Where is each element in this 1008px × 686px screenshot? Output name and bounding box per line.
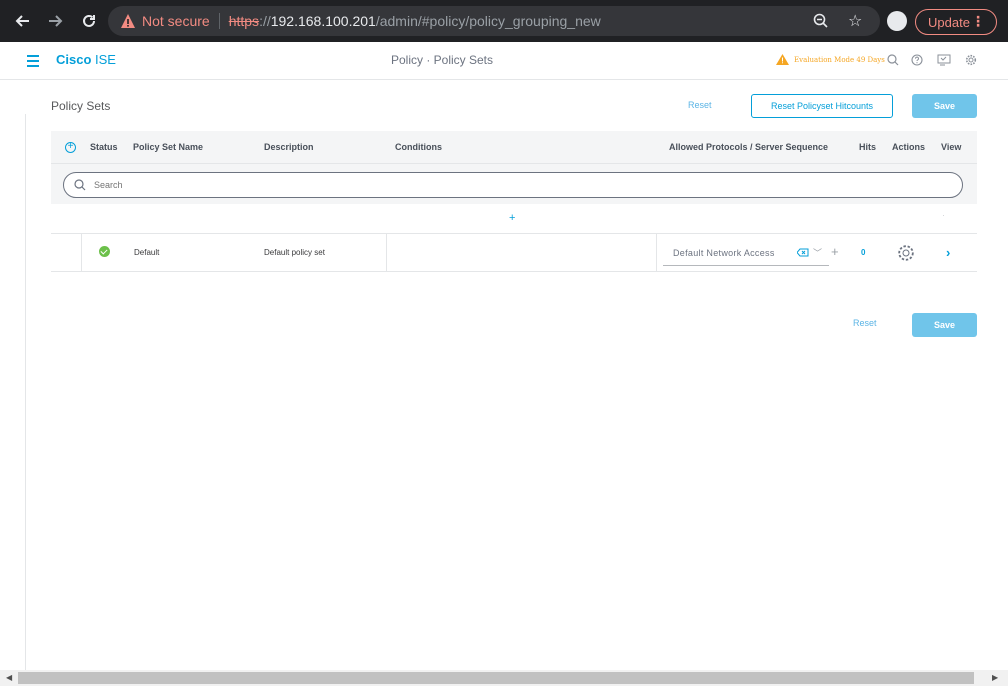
search-icon[interactable] — [887, 54, 899, 66]
search-icon — [74, 179, 86, 191]
more-vert-icon: ⋮ — [971, 13, 985, 29]
warning-triangle-icon — [776, 54, 789, 65]
omnibox-divider — [218, 13, 220, 29]
policy-set-name[interactable]: Default — [134, 248, 159, 257]
profile-avatar[interactable] — [887, 11, 907, 31]
url-scheme: https — [228, 13, 260, 29]
column-status[interactable]: Status — [90, 142, 118, 152]
browser-toolbar: Not secure https://192.168.100.201/admin… — [0, 0, 1008, 42]
section-title: Policy Sets — [51, 99, 111, 113]
not-secure-label[interactable]: Not secure — [142, 13, 210, 29]
search-input[interactable] — [94, 180, 894, 190]
reset-button[interactable]: Reset — [688, 100, 712, 110]
evaluation-text: Evaluation Mode 49 Days — [794, 55, 885, 64]
add-protocol-icon[interactable]: + — [831, 245, 839, 258]
reload-icon[interactable] — [77, 9, 101, 33]
gear-icon[interactable] — [965, 54, 977, 66]
address-bar[interactable]: Not secure https://192.168.100.201/admin… — [108, 6, 880, 36]
back-arrow-icon[interactable] — [10, 9, 34, 33]
bookmark-star-icon[interactable]: ☆ — [848, 11, 862, 31]
footer-reset-button[interactable]: Reset — [853, 318, 877, 328]
hits-count: 0 — [861, 248, 866, 257]
chevron-down-icon[interactable]: ﹀ — [813, 246, 822, 259]
status-enabled-icon[interactable] — [99, 246, 110, 257]
gear-icon[interactable] — [897, 244, 915, 262]
url-text[interactable]: https://192.168.100.201/admin/#policy/po… — [229, 13, 601, 29]
scroll-left-icon[interactable]: ◀ — [6, 673, 12, 682]
allowed-protocols-value: Default Network Access — [673, 247, 775, 258]
help-icon[interactable] — [911, 54, 923, 66]
column-hits[interactable]: Hits — [859, 142, 876, 152]
table-header: + Status Policy Set Name Description Con… — [51, 131, 977, 164]
evaluation-banner[interactable]: Evaluation Mode 49 Days — [776, 54, 885, 65]
protocols-divider — [656, 234, 657, 271]
add-row-plus-icon[interactable]: + — [509, 212, 515, 224]
footer-save-button[interactable]: Save — [912, 313, 977, 337]
allowed-protocols-select[interactable]: Default Network Access ﹀ — [663, 240, 829, 266]
search-row — [51, 164, 977, 204]
row-drag-divider — [81, 234, 82, 271]
column-policy-set-name[interactable]: Policy Set Name — [133, 142, 203, 152]
zoom-icon[interactable] — [813, 13, 829, 29]
column-description[interactable]: Description — [264, 142, 314, 152]
warning-triangle-icon — [121, 14, 135, 28]
column-allowed-protocols[interactable]: Allowed Protocols / Server Sequence — [669, 142, 828, 152]
left-rail — [0, 114, 26, 670]
add-row: + · — [51, 204, 977, 234]
horizontal-scrollbar[interactable]: ◀ ▶ — [0, 670, 1008, 686]
conditions-divider — [386, 234, 387, 271]
column-conditions[interactable]: Conditions — [395, 142, 442, 152]
url-separator: :// — [259, 13, 271, 29]
chevron-right-icon[interactable]: › — [946, 245, 950, 260]
search-field[interactable] — [63, 172, 963, 198]
scroll-right-icon[interactable]: ▶ — [992, 673, 998, 682]
policy-sets-table: + Status Policy Set Name Description Con… — [51, 131, 977, 272]
policy-set-description[interactable]: Default policy set — [264, 248, 325, 257]
update-label: Update — [928, 14, 970, 30]
table-row[interactable]: Default Default policy set Default Netwo… — [51, 234, 977, 272]
url-host: 192.168.100.201 — [270, 13, 376, 29]
notifications-icon[interactable] — [937, 54, 951, 66]
reset-hitcounts-button[interactable]: Reset Policyset Hitcounts — [751, 94, 893, 118]
clear-icon[interactable] — [797, 248, 809, 257]
column-view[interactable]: View — [941, 142, 961, 152]
column-actions[interactable]: Actions — [892, 142, 925, 152]
forward-arrow-icon[interactable] — [44, 9, 68, 33]
url-path: /admin/#policy/policy_grouping_new — [375, 13, 601, 29]
row-menu-icon: · — [942, 210, 945, 220]
add-policy-set-icon[interactable]: + — [65, 142, 76, 153]
save-button[interactable]: Save — [912, 94, 977, 118]
app-header: Cisco ISE Policy · Policy Sets Evaluatio… — [0, 42, 1008, 80]
scrollbar-thumb[interactable] — [18, 672, 974, 684]
page-title: Policy · Policy Sets — [390, 53, 494, 67]
update-button[interactable]: Update ⋮ — [915, 9, 997, 35]
